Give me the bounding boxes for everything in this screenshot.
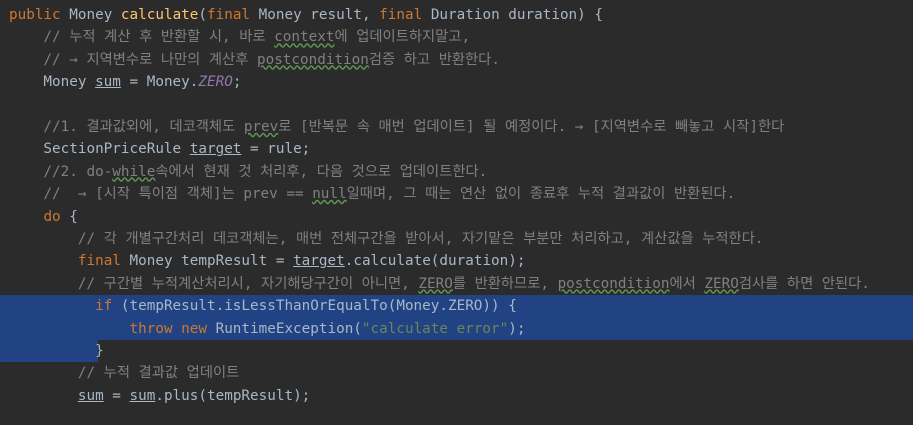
- code-line-12[interactable]: final Money tempResult = target.calculat…: [0, 250, 913, 272]
- code-line-16-selected[interactable]: }: [0, 340, 913, 363]
- code-line-13[interactable]: // 구간별 누적계산처리시, 자기해당구간이 아니면, ZERO를 반환하므로…: [0, 273, 913, 295]
- code-line-2[interactable]: // 누적 계산 후 반환할 시, 바로 context에 업데이트하지말고,: [0, 26, 913, 48]
- code-line-5[interactable]: [0, 94, 913, 116]
- code-editor[interactable]: public Money calculate(final Money resul…: [0, 0, 913, 425]
- code-line-9[interactable]: // → [시작 특이점 객체]는 prev == null일때며, 그 때는 …: [0, 183, 913, 205]
- code-line-15-selected[interactable]: throw new RuntimeException("calculate er…: [0, 317, 913, 340]
- code-line-8[interactable]: //2. do-while속에서 현재 것 처리후, 다음 것으로 업데이트한다…: [0, 161, 913, 183]
- code-line-17[interactable]: // 누적 결과값 업데이트: [0, 362, 913, 384]
- code-line-4[interactable]: Money sum = Money.ZERO;: [0, 71, 913, 93]
- code-line-3[interactable]: // → 지역변수로 나만의 계산후 postcondition검증 하고 반환…: [0, 49, 913, 71]
- code-line-1[interactable]: public Money calculate(final Money resul…: [0, 4, 913, 26]
- code-line-6[interactable]: //1. 결과값외에, 데코객체도 prev로 [반복문 속 매번 업데이트] …: [0, 116, 913, 138]
- code-line-10[interactable]: do {: [0, 206, 913, 228]
- code-line-18[interactable]: sum = sum.plus(tempResult);: [0, 385, 913, 407]
- code-line-14-selected[interactable]: if (tempResult.isLessThanOrEqualTo(Money…: [0, 295, 913, 318]
- code-line-11[interactable]: // 각 개별구간처리 데코객체는, 매번 전체구간을 받아서, 자기맡은 부분…: [0, 228, 913, 250]
- code-line-7[interactable]: SectionPriceRule target = rule;: [0, 138, 913, 160]
